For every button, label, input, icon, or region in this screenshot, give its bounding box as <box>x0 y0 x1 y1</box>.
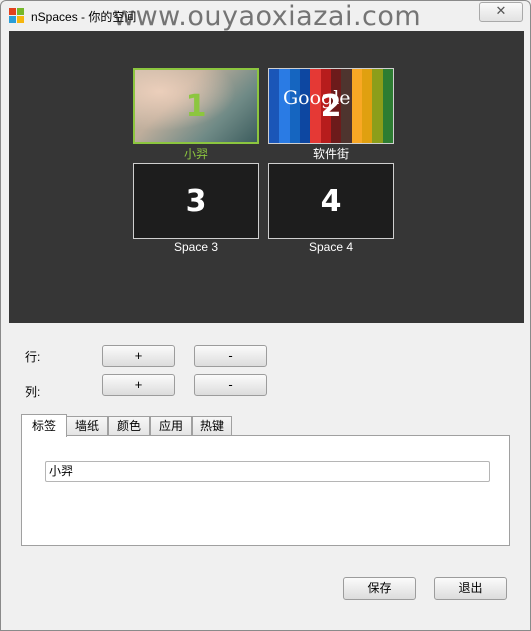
spaces-preview: 1 小羿 Google 2 软件街 3 Space 3 4 Space 4 <box>9 31 524 323</box>
close-button[interactable]: ✕ <box>479 2 523 22</box>
columns-label: 列: <box>25 385 41 399</box>
watermark-text: www.ouyaoxiazai.com <box>113 1 422 32</box>
rows-label: 行: <box>25 350 41 364</box>
tab-wallpaper[interactable]: 墙纸 <box>66 416 108 436</box>
space-4-label: Space 4 <box>308 240 354 254</box>
add-column-button[interactable]: + <box>102 374 175 396</box>
tab-panel-label: 小羿 <box>21 435 510 546</box>
tab-label[interactable]: 标签 <box>21 414 67 437</box>
space-2-thumbnail[interactable]: Google 2 <box>268 68 394 144</box>
remove-row-button[interactable]: - <box>194 345 267 367</box>
remove-column-button[interactable]: - <box>194 374 267 396</box>
space-3-thumbnail[interactable]: 3 <box>133 163 259 239</box>
space-name-input[interactable]: 小羿 <box>45 461 490 482</box>
space-4-number: 4 <box>320 183 342 219</box>
app-window: nSpaces - 你的空间 www.ouyaoxiazai.com ✕ 1 小… <box>0 0 531 631</box>
space-1-thumbnail[interactable]: 1 <box>133 68 259 144</box>
space-4-thumbnail[interactable]: 4 <box>268 163 394 239</box>
title-bar[interactable]: nSpaces - 你的空间 www.ouyaoxiazai.com ✕ <box>1 1 530 32</box>
save-button[interactable]: 保存 <box>343 577 416 600</box>
space-1-number: 1 <box>185 88 207 124</box>
tab-hotkeys[interactable]: 热键 <box>192 416 232 436</box>
tab-color[interactable]: 颜色 <box>108 416 150 436</box>
close-icon: ✕ <box>495 4 507 19</box>
app-logo-icon <box>9 8 25 24</box>
add-row-button[interactable]: + <box>102 345 175 367</box>
space-2-number: 2 <box>320 88 342 124</box>
space-2-label: 软件街 <box>312 147 349 161</box>
tab-apps[interactable]: 应用 <box>150 416 192 436</box>
space-3-number: 3 <box>185 183 207 219</box>
exit-button[interactable]: 退出 <box>434 577 507 600</box>
